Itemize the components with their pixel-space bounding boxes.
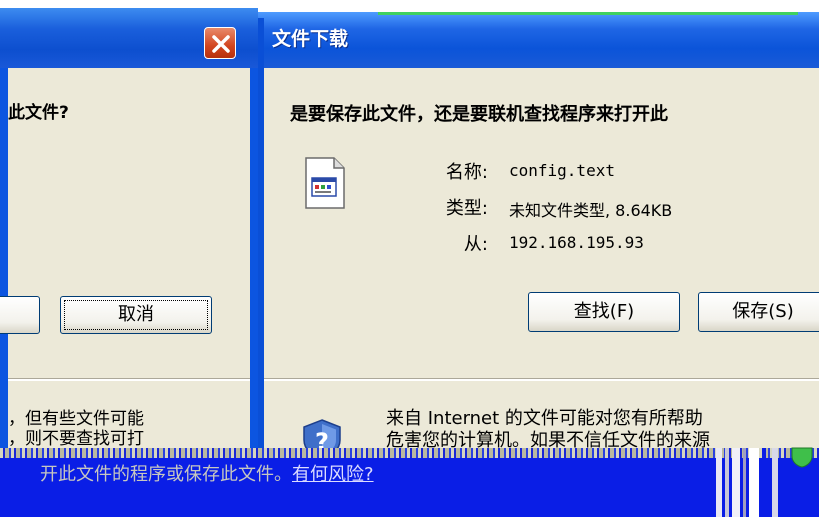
band-text: 开此文件的程序或保存此文件。 bbox=[40, 464, 292, 485]
file-name-value: config.text bbox=[509, 161, 615, 180]
find-button[interactable]: 查找(F) bbox=[528, 292, 680, 332]
background-dialog-info-line-2: ，则不要查找可打 bbox=[8, 429, 144, 449]
download-question: 是要保存此文件，还是要联机查找程序来打开此 bbox=[290, 104, 668, 125]
file-type-value: 未知文件类型, 8.64KB bbox=[509, 201, 673, 220]
background-dialog-button-partial[interactable] bbox=[0, 296, 40, 334]
name-label: 名称: bbox=[445, 162, 488, 183]
close-icon bbox=[212, 35, 230, 53]
divider bbox=[8, 378, 250, 381]
cancel-button[interactable]: 取消 bbox=[60, 296, 212, 334]
background-dialog-question: 此文件? bbox=[8, 103, 69, 123]
risk-link[interactable]: 有何风险? bbox=[292, 464, 374, 485]
background-dialog: 此文件? 取消 ，但有些文件可能 ，则不要查找可打 bbox=[0, 0, 258, 517]
close-button[interactable] bbox=[204, 27, 236, 59]
band-noise bbox=[0, 448, 819, 458]
save-button[interactable]: 保存(S) bbox=[698, 292, 819, 332]
green-shield-icon bbox=[790, 446, 814, 468]
band-text-row: 开此文件的程序或保存此文件。有何风险? bbox=[40, 460, 374, 486]
type-label: 类型: bbox=[445, 198, 488, 219]
from-label: 从: bbox=[463, 234, 488, 255]
dialog-title: 文件下载 bbox=[272, 28, 349, 50]
file-source-value: 192.168.195.93 bbox=[509, 233, 644, 252]
unknown-file-icon bbox=[302, 156, 348, 210]
divider bbox=[264, 378, 819, 381]
